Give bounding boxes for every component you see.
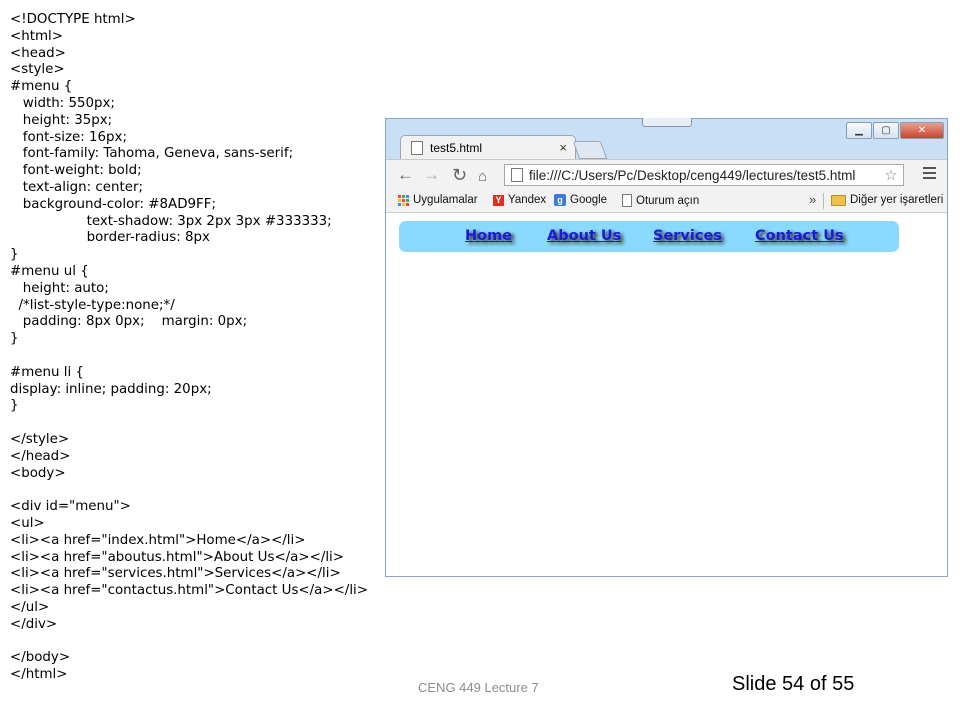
menu-link-services[interactable]: Services (653, 228, 722, 244)
code-line: #menu { (10, 79, 73, 95)
menu-link-contact-us[interactable]: Contact Us (755, 228, 844, 244)
page-viewport: Home About Us Services Contact Us (386, 213, 947, 576)
reload-icon[interactable]: ↻ (452, 165, 467, 185)
code-line: </head> (10, 448, 71, 464)
browser-toolbar: ← → ↻ ⌂ file:///C:/Users/Pc/Desktop/ceng… (386, 159, 947, 191)
maximize-icon[interactable]: ▢ (873, 122, 899, 139)
home-icon[interactable]: ⌂ (478, 167, 487, 187)
code-line: height: auto; (10, 280, 109, 296)
address-url[interactable]: file:///C:/Users/Pc/Desktop/ceng449/lect… (529, 168, 879, 183)
code-line: <html> (10, 28, 63, 44)
bookmark-label: Uygulamalar (413, 194, 478, 206)
code-line: text-align: center; (10, 179, 144, 195)
bookmark-label: Yandex (508, 194, 547, 206)
code-line: padding: 8px 0px; margin: 0px; (10, 314, 248, 330)
code-line: <div id="menu"> (10, 499, 131, 515)
bookmark-yandex[interactable]: Y Yandex (493, 194, 546, 206)
code-line: } (10, 398, 19, 414)
tab-close-icon[interactable]: × (559, 140, 567, 155)
bookmark-label: Oturum açın (636, 194, 700, 207)
code-line: <li><a href="services.html">Services</a>… (10, 566, 341, 582)
bookmark-oturum[interactable]: Oturum açın (622, 194, 699, 207)
code-line: <li><a href="index.html">Home</a></li> (10, 532, 306, 548)
code-line: <style> (10, 62, 65, 78)
code-line: <head> (10, 45, 66, 61)
yandex-icon: Y (493, 194, 504, 206)
bookmark-apps[interactable]: Uygulamalar (398, 194, 478, 206)
code-line: font-weight: bold; (10, 163, 142, 179)
code-line: <ul> (10, 515, 45, 531)
bookmarks-overflow-chevron[interactable]: » (809, 192, 816, 207)
slide-number: Slide 54 of 55 (732, 673, 855, 695)
tab-test5[interactable]: test5.html × (400, 135, 576, 159)
page-icon (411, 140, 423, 155)
tab-title: test5.html (430, 140, 483, 155)
nav-menu: Home About Us Services Contact Us (399, 221, 899, 252)
code-line: <li><a href="contactus.html">Contact Us<… (10, 583, 368, 599)
code-line: background-color: #8AD9FF; (10, 196, 216, 212)
menu-link-home[interactable]: Home (465, 228, 512, 244)
code-line: height: 35px; (10, 112, 113, 128)
code-line: text-shadow: 3px 2px 3px #333333; (10, 213, 332, 229)
bookmarks-divider (823, 193, 824, 209)
google-icon: g (554, 194, 566, 206)
code-line: </body> (10, 650, 71, 666)
code-line: </html> (10, 667, 68, 683)
code-line: display: inline; padding: 20px; (10, 381, 212, 397)
bookmark-label: Google (570, 194, 608, 206)
star-icon[interactable]: ☆ (879, 166, 903, 184)
folder-icon (831, 194, 846, 206)
new-tab-button[interactable] (572, 141, 608, 159)
address-bar[interactable]: file:///C:/Users/Pc/Desktop/ceng449/lect… (504, 164, 904, 186)
bookmark-google[interactable]: g Google (554, 194, 607, 206)
code-line: /*list-style-type:none;*/ (10, 297, 175, 313)
code-line: <body> (10, 465, 66, 481)
code-line: #menu li { (10, 364, 84, 380)
bookmark-other[interactable]: Diğer yer işaretleri (831, 194, 943, 206)
close-window-icon[interactable]: ✕ (900, 122, 944, 139)
apps-grid-icon (398, 194, 409, 206)
window-drag-handle[interactable] (642, 118, 692, 127)
hamburger-menu-icon[interactable] (923, 167, 936, 182)
code-line: </style> (10, 431, 70, 447)
page-icon (622, 194, 632, 207)
code-listing: <!DOCTYPE html> <html> <head> <style> #menu … (10, 12, 380, 684)
code-line: <!DOCTYPE html> (10, 12, 136, 27)
minimize-icon[interactable]: ▁ (846, 122, 872, 139)
code-line: </div> (10, 616, 58, 632)
code-line: width: 550px; (10, 95, 115, 111)
code-line: border-radius: 8px (10, 230, 210, 246)
back-arrow-icon[interactable]: ← (397, 165, 414, 185)
browser-window: ▁ ▢ ✕ test5.html × ← → ↻ ⌂ file:///C:/Us… (385, 118, 948, 577)
code-line: </ul> (10, 599, 50, 615)
code-line: <li><a href="aboutus.html">About Us</a><… (10, 549, 345, 565)
code-line: font-size: 16px; (10, 129, 127, 145)
code-line: font-family: Tahoma, Geneva, sans-serif; (10, 146, 294, 162)
code-line: } (10, 331, 19, 347)
window-controls: ▁ ▢ ✕ (846, 122, 944, 139)
page-icon (511, 168, 523, 182)
course-label: CENG 449 Lecture 7 (418, 680, 539, 695)
bookmarks-bar: Uygulamalar Y Yandex g Google Oturum açı… (386, 190, 947, 213)
code-line: } (10, 247, 19, 263)
forward-arrow-icon[interactable]: → (423, 165, 440, 185)
code-line: #menu ul { (10, 263, 89, 279)
menu-link-about-us[interactable]: About Us (547, 228, 621, 244)
bookmark-label: Diğer yer işaretleri (850, 194, 944, 206)
